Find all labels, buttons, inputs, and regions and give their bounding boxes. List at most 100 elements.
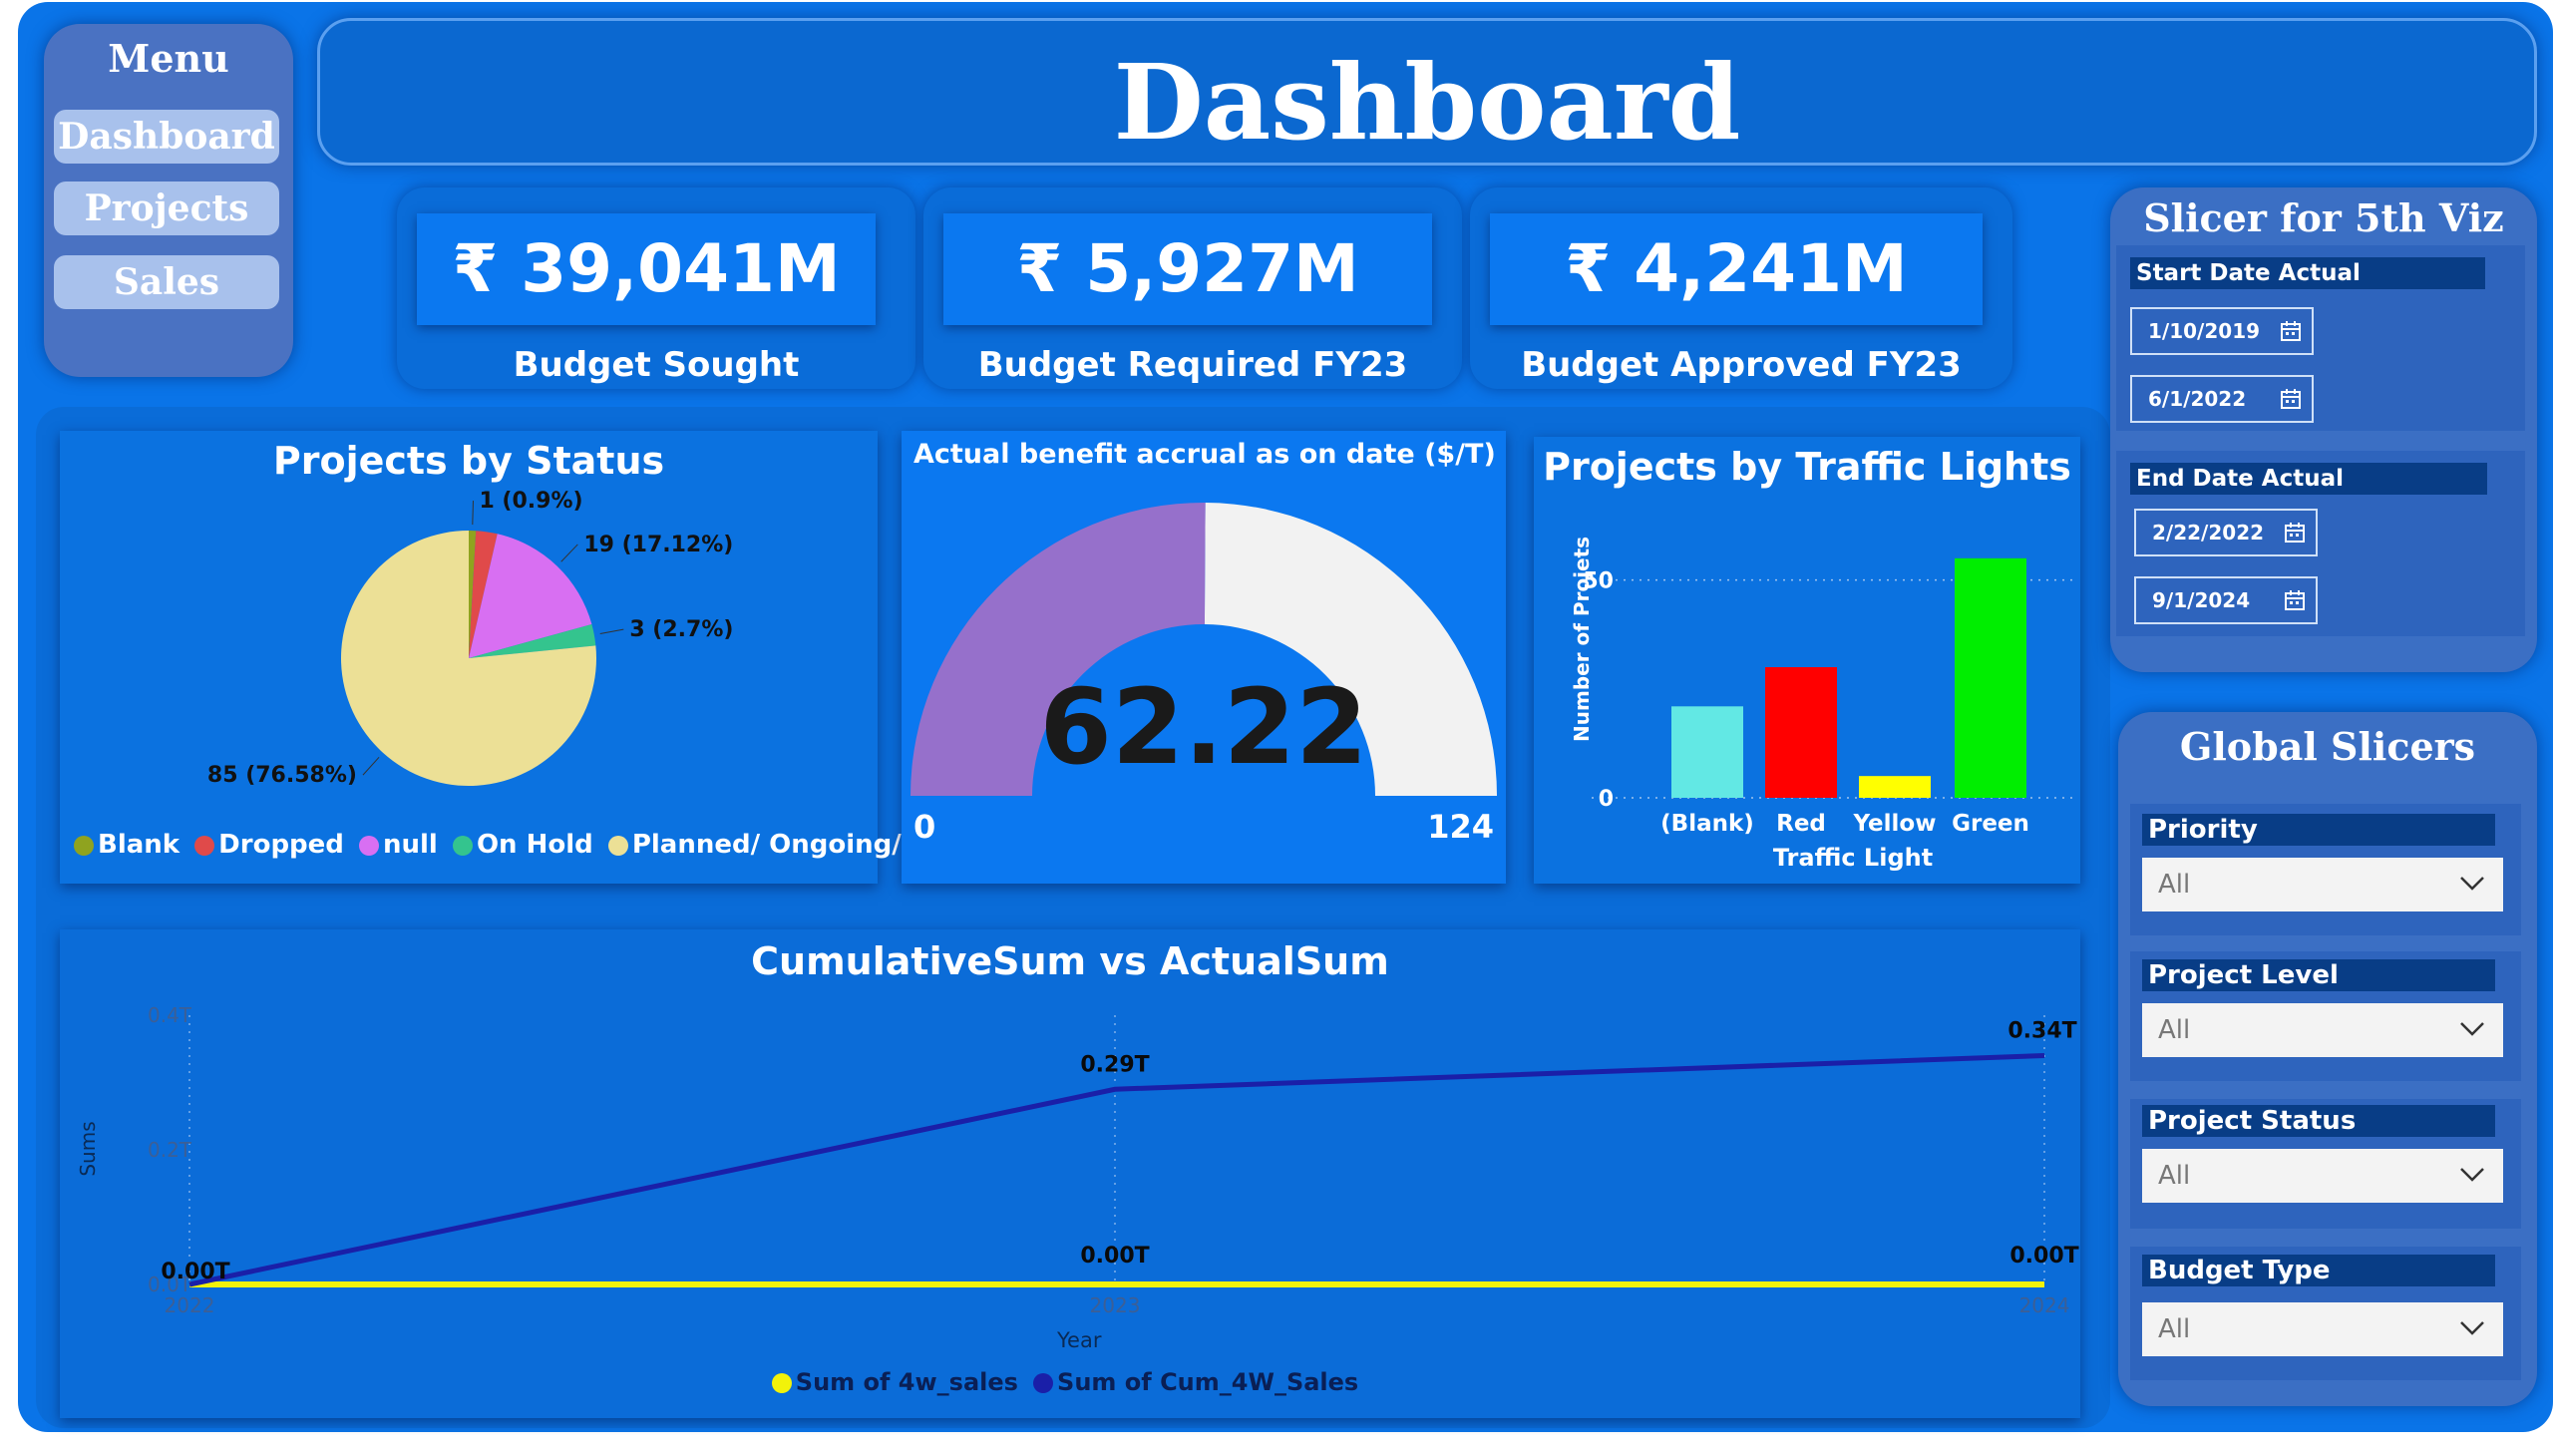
line-legend: Sum of 4w_sales Sum of Cum_4W_Sales: [60, 1368, 2080, 1396]
bar-x-tick: Green: [1952, 811, 2029, 837]
start-date-from-field[interactable]: 1/10/2019: [2130, 307, 2314, 355]
date-value: 9/1/2024: [2152, 588, 2251, 612]
gauge-chart: [911, 502, 1497, 796]
dropdown-value: All: [2158, 1314, 2191, 1344]
end-date-slicer: End Date Actual 2/22/2022 9/1/2024: [2116, 451, 2525, 636]
legend-item-cum-4w-sales[interactable]: Sum of Cum_4W_Sales: [1033, 1368, 1358, 1396]
traffic-bar-chart: 500(Blank) Red Yellow Green: [1583, 557, 2072, 837]
line-x-tick: 2022: [165, 1293, 215, 1317]
chevron-down-icon: [2460, 877, 2484, 891]
legend-label: On Hold: [476, 830, 593, 860]
benefit-gauge-card[interactable]: Actual benefit accrual as on date ($/T) …: [902, 431, 1506, 884]
budget-type-slicer: Budget Type All: [2130, 1247, 2521, 1380]
start-date-slicer: Start Date Actual 1/10/2019 6/1/2022: [2116, 245, 2525, 431]
legend-label: null: [383, 830, 438, 860]
budget-type-dropdown[interactable]: All: [2142, 1302, 2503, 1356]
kpi-value: ₹ 4,241M: [1565, 230, 1908, 307]
pie-data-label: 19 (17.12%): [583, 533, 733, 557]
bar-x-tick: Yellow: [1853, 811, 1937, 837]
status-pie-chart: 1 (0.9%)19 (17.12%) 3 (2.7%) 85 (76.58%): [207, 489, 733, 788]
kpi-value: ₹ 5,927M: [1016, 230, 1359, 307]
status-pie-card[interactable]: Projects by Status 1 (0.9%) 19 (17.12%) 3 …: [60, 431, 939, 884]
end-date-to-field[interactable]: 9/1/2024: [2134, 576, 2318, 624]
traffic-ylabel: Number of Projets: [1570, 536, 1594, 742]
kpi-value-box: ₹ 5,927M: [943, 213, 1432, 325]
budget-type-label: Budget Type: [2142, 1255, 2495, 1286]
line-data-label: 0.00T: [2009, 1244, 2078, 1269]
calendar-icon[interactable]: [2280, 320, 2302, 342]
menu-item-sales[interactable]: Sales: [54, 255, 279, 309]
kpi-card-budget-approved: ₹ 4,241M Budget Approved FY23: [1470, 187, 2012, 389]
bar-green: [1955, 557, 2026, 798]
line-data-label: 0.00T: [161, 1260, 229, 1284]
end-date-from-field[interactable]: 2/22/2022: [2134, 509, 2318, 556]
kpi-value: ₹ 39,041M: [452, 230, 841, 307]
legend-marker: [1033, 1373, 1054, 1393]
project-status-label: Project Status: [2142, 1105, 2495, 1137]
pie-leader-line: [560, 544, 578, 562]
legend-item-null[interactable]: null: [359, 830, 438, 860]
chevron-down-icon: [2460, 1321, 2484, 1335]
pie-data-label: 1 (0.9%): [479, 489, 582, 514]
pie-leader-line: [362, 756, 380, 776]
global-slicers-title: Global Slicers: [2179, 724, 2476, 769]
pie-data-label: 3 (2.7%): [629, 617, 733, 642]
legend-marker: [771, 1373, 792, 1393]
menu-item-projects[interactable]: Projects: [54, 182, 279, 235]
priority-dropdown[interactable]: All: [2142, 858, 2503, 911]
bar-red: [1765, 667, 1837, 798]
slicer-5th-viz-title: Slicer for 5th Viz: [2143, 195, 2504, 240]
calendar-icon[interactable]: [2284, 589, 2306, 611]
date-value: 1/10/2019: [2148, 319, 2261, 343]
menu-item-dashboard[interactable]: Dashboard: [54, 110, 279, 164]
kpi-label: Budget Approved FY23: [1521, 345, 1962, 385]
priority-label: Priority: [2142, 814, 2495, 846]
traffic-bar-card[interactable]: Projects by Traffic Lights 50 0 (Blank) Red…: [1534, 437, 2080, 884]
calendar-icon[interactable]: [2280, 388, 2302, 410]
legend-item-dropped[interactable]: Dropped: [194, 830, 344, 860]
legend-label: Sum of 4w_sales: [795, 1368, 1018, 1396]
gauge-min: 0: [913, 808, 936, 846]
pie-data-label: 85 (76.58%): [207, 763, 357, 788]
dropdown-value: All: [2158, 1015, 2191, 1045]
kpi-card-budget-sought: ₹ 39,041M Budget Sought: [397, 187, 915, 389]
pie-leader-line: [472, 501, 474, 526]
priority-slicer: Priority All: [2130, 804, 2521, 935]
menu-panel: Menu Dashboard Projects Sales: [44, 24, 293, 377]
start-date-to-field[interactable]: 6/1/2022: [2130, 375, 2314, 423]
bar-blank: [1671, 706, 1743, 798]
line-ylabel: Sums: [76, 1121, 100, 1177]
legend-label: Planned/ Ongoing/ ...: [631, 830, 940, 860]
legend-label: Dropped: [218, 830, 344, 860]
legend-label: Blank: [98, 830, 181, 860]
page-title: Dashboard: [1113, 41, 1741, 164]
line-y-tick: 0.2T: [148, 1138, 192, 1162]
line-data-label: 0.00T: [1080, 1244, 1149, 1269]
project-status-dropdown[interactable]: All: [2142, 1149, 2503, 1203]
chevron-down-icon: [2460, 1168, 2484, 1182]
bar-x-tick: (Blank): [1660, 811, 1754, 837]
dropdown-value: All: [2158, 1161, 2191, 1191]
legend-item-4w-sales[interactable]: Sum of 4w_sales: [771, 1368, 1018, 1396]
bar-x-tick: Red: [1776, 811, 1826, 837]
legend-marker: [194, 836, 215, 856]
legend-item-planned[interactable]: Planned/ Ongoing/ ...: [607, 830, 940, 860]
pie-leader-line: [599, 628, 624, 634]
legend-marker: [74, 836, 94, 856]
gauge-value: 62.22: [1039, 666, 1368, 788]
line-x-tick: 2023: [1090, 1293, 1141, 1317]
kpi-label: Budget Sought: [513, 345, 800, 385]
project-level-dropdown[interactable]: All: [2142, 1003, 2503, 1057]
cumulative-line-card[interactable]: CumulativeSum vs ActualSum 0.4T 0.2T 0.0T 2…: [60, 929, 2080, 1418]
legend-item-blank[interactable]: Blank: [74, 830, 180, 860]
calendar-icon[interactable]: [2284, 522, 2306, 544]
project-status-slicer: Project Status All: [2130, 1099, 2521, 1229]
line-xlabel: Year: [1057, 1328, 1102, 1352]
project-level-slicer: Project Level All: [2130, 951, 2521, 1081]
gauge-max: 124: [1427, 808, 1494, 846]
chevron-down-icon: [2460, 1022, 2484, 1036]
line-y-tick: 0.4T: [148, 1003, 192, 1027]
legend-marker: [607, 836, 628, 856]
kpi-value-box: ₹ 4,241M: [1490, 213, 1983, 325]
legend-item-on-hold[interactable]: On Hold: [452, 830, 593, 860]
